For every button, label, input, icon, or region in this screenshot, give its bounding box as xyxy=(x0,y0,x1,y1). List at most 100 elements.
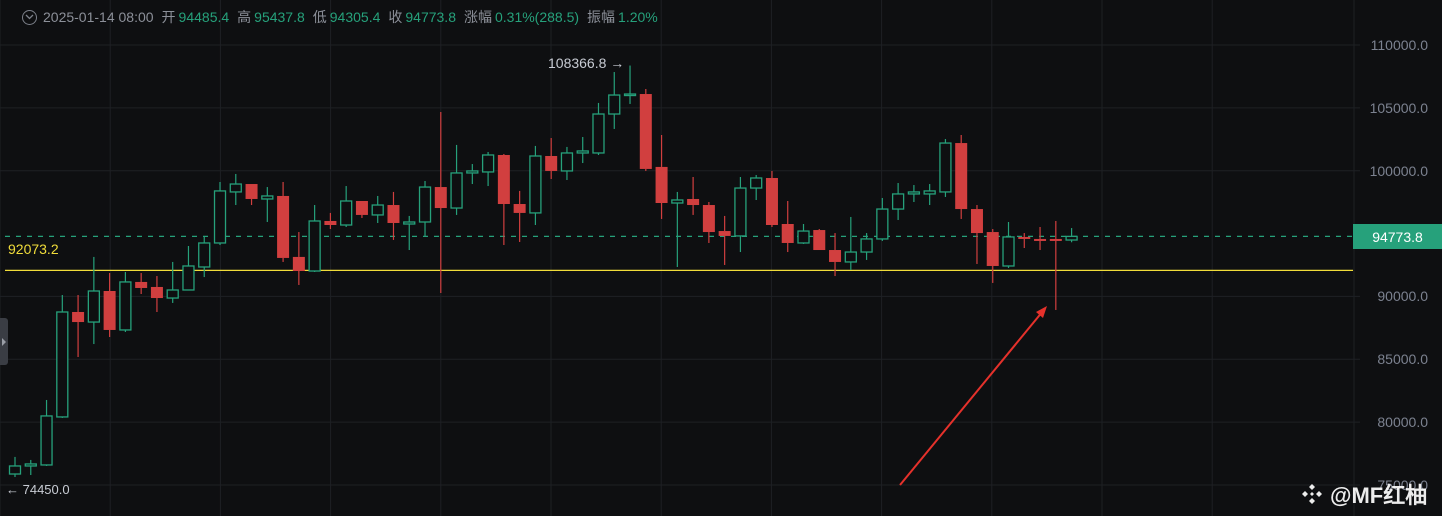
candle-body-down xyxy=(513,204,526,213)
candle xyxy=(229,173,242,206)
candle xyxy=(481,151,495,187)
candle xyxy=(103,273,116,338)
candle-body-down xyxy=(1034,238,1047,241)
ohlc-header: 2025-01-14 08:00 开 94485.4 高 95437.8 低 9430… xyxy=(22,7,666,27)
candle-body-down xyxy=(765,177,778,226)
candle xyxy=(891,183,905,220)
y-tick-label: 100000.0 xyxy=(1369,162,1428,179)
y-tick-label: 85000.0 xyxy=(1377,351,1428,368)
candle-body-up xyxy=(403,221,416,225)
candle-body-up xyxy=(481,154,495,173)
candle-body-down xyxy=(355,200,368,215)
candle xyxy=(687,176,700,215)
candle-body-down xyxy=(955,143,968,210)
candle xyxy=(576,137,589,164)
candle xyxy=(324,212,337,230)
candle xyxy=(8,456,22,478)
high-value: 95437.8 xyxy=(254,9,305,25)
candle-body-down xyxy=(813,230,826,251)
candle xyxy=(340,186,353,228)
sidebar-expand-handle[interactable] xyxy=(0,318,8,365)
candle-body-up xyxy=(923,190,936,195)
y-tick-label: 90000.0 xyxy=(1377,288,1428,305)
candle xyxy=(560,146,574,181)
candles xyxy=(8,65,1078,478)
open-value: 94485.4 xyxy=(178,9,230,25)
candle-body-down xyxy=(245,184,258,199)
candle-body-down xyxy=(434,187,447,209)
low-value: 94305.4 xyxy=(329,9,381,25)
candle-body-up xyxy=(876,208,889,240)
candle xyxy=(135,273,148,295)
candle-body-down xyxy=(277,195,290,258)
candle xyxy=(371,195,384,223)
candle-body-up xyxy=(750,177,763,189)
candle xyxy=(608,72,621,129)
open-label: 开 xyxy=(161,9,176,25)
candle xyxy=(182,245,195,291)
candle xyxy=(592,102,605,155)
candle xyxy=(876,197,889,241)
change-label: 涨幅 xyxy=(463,9,492,25)
candle xyxy=(1002,221,1015,268)
candle xyxy=(466,164,479,185)
candle xyxy=(939,139,952,197)
candle xyxy=(72,295,85,357)
candle-body-up xyxy=(529,155,542,214)
candle xyxy=(639,88,652,171)
level-label: 92073.2 xyxy=(8,241,59,257)
candle xyxy=(166,261,179,303)
candle xyxy=(245,184,258,206)
candle xyxy=(986,229,999,283)
candle-body-up xyxy=(198,242,211,268)
collapse-chevron-icon[interactable] xyxy=(22,9,37,25)
candle xyxy=(623,65,637,104)
candle-body-up xyxy=(24,463,37,467)
candle-body-up xyxy=(8,465,22,475)
chevron-right-icon xyxy=(2,337,6,346)
candle-body-up xyxy=(182,265,195,291)
candle-body-up xyxy=(907,191,921,195)
candle-body-up xyxy=(371,204,384,216)
candle xyxy=(418,181,432,237)
candle xyxy=(261,187,274,222)
watermark: @MF红柚 xyxy=(1300,478,1427,510)
candle-body-up xyxy=(308,220,321,272)
candle xyxy=(403,215,416,251)
candle-body-up xyxy=(592,113,605,154)
candle-body-up xyxy=(87,290,100,323)
candle-body-down xyxy=(292,256,305,272)
candle xyxy=(497,153,510,245)
candle-body-up xyxy=(340,200,353,226)
close-value: 94773.8 xyxy=(405,9,456,25)
candle xyxy=(1065,228,1078,243)
candle-body-up xyxy=(229,183,242,193)
candle-body-up xyxy=(213,190,227,244)
candle-body-up xyxy=(734,187,747,237)
min-price-label: ← 74450.0 xyxy=(6,482,70,497)
candle-body-down xyxy=(545,155,558,171)
candle xyxy=(970,205,983,264)
candle xyxy=(671,191,684,267)
candle xyxy=(292,232,305,285)
candle xyxy=(213,182,227,245)
candle-body-up xyxy=(450,172,463,209)
candle-body-down xyxy=(150,286,163,299)
candle xyxy=(387,191,400,240)
candle-body-down xyxy=(970,209,983,234)
candle xyxy=(955,135,968,219)
candle-body-up xyxy=(1065,235,1078,241)
candle-body-up xyxy=(939,142,952,193)
candlestick-chart[interactable] xyxy=(0,0,1442,516)
candle xyxy=(277,182,290,262)
candle-body-down xyxy=(687,198,700,206)
candle-body-up xyxy=(844,251,857,263)
candle-body-down xyxy=(986,232,999,266)
candle xyxy=(1018,233,1031,249)
candle xyxy=(923,184,936,206)
candle-body-down xyxy=(324,220,337,226)
candle xyxy=(529,145,542,226)
candle xyxy=(797,223,810,244)
y-tick-label: 80000.0 xyxy=(1377,414,1428,431)
candle-body-down xyxy=(718,231,731,236)
